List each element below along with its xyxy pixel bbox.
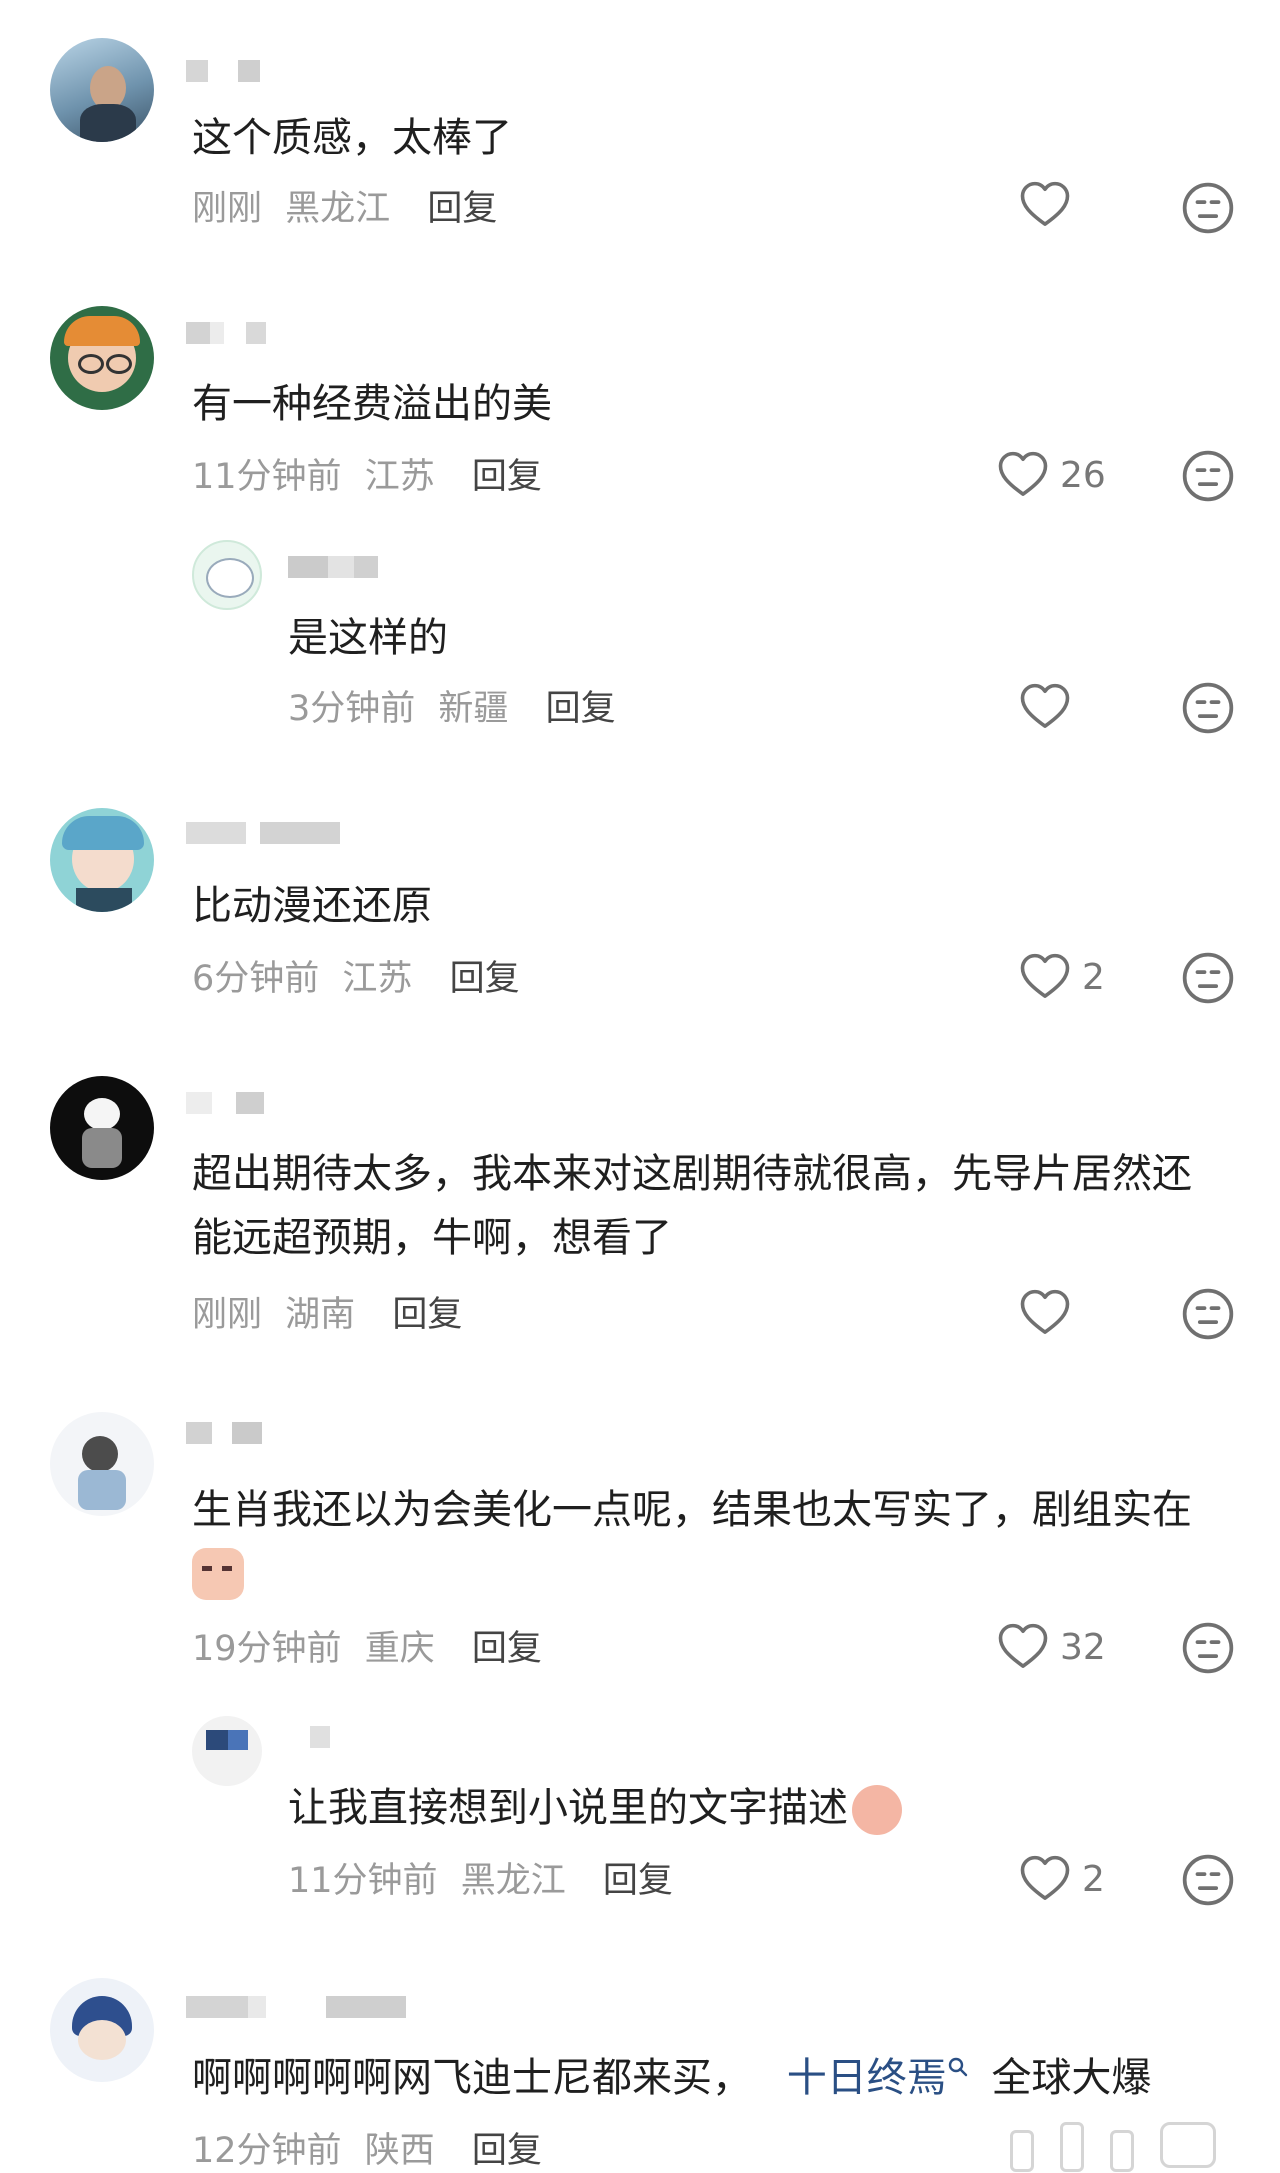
comment-time: 12分钟前	[192, 2131, 342, 2171]
comment-text: 比动漫还还原	[192, 883, 432, 929]
username-blurred[interactable]	[186, 60, 260, 82]
like-button[interactable]	[1018, 1286, 1072, 1340]
reply-button[interactable]: 回复	[472, 457, 542, 497]
comment-text-suffix: 全球大爆	[991, 2055, 1152, 2101]
heart-outline-icon	[1018, 1286, 1072, 1340]
comment-region: 重庆	[364, 1629, 435, 1669]
comment-text: 啊啊啊啊啊网飞迪士尼都来买， 十日终焉 全球大爆	[192, 2046, 1151, 2110]
like-button[interactable]	[1018, 178, 1072, 232]
like-button[interactable]	[1018, 680, 1072, 734]
comment-region: 陕西	[364, 2131, 435, 2171]
username-blurred[interactable]	[310, 1726, 330, 1748]
comment-text-line2: 能远超预期，牛啊，想看了	[192, 1215, 672, 1261]
heart-outline-icon	[1018, 950, 1072, 1004]
comment-text: 这个质感，太棒了	[192, 115, 512, 161]
avatar[interactable]	[50, 1978, 154, 2082]
sticker-emoji	[852, 1785, 902, 1835]
sticker-emoji	[192, 1548, 244, 1600]
comment-time: 19分钟前	[192, 1629, 342, 1669]
comment-text: 有一种经费溢出的美	[192, 381, 552, 427]
avatar[interactable]	[50, 808, 154, 912]
comment-text-content: 让我直接想到小说里的文字描述	[288, 1785, 848, 1831]
comment-meta: 11分钟前 江苏 回复	[192, 448, 542, 499]
search-link[interactable]: 十日终焉	[787, 2055, 947, 2101]
watermark-graphic	[1000, 2110, 1260, 2172]
comment-text: 让我直接想到小说里的文字描述	[288, 1776, 902, 1840]
neutral-face-icon[interactable]	[1180, 1852, 1236, 1908]
comment-time: 3分钟前	[288, 689, 416, 729]
heart-outline-icon	[996, 448, 1050, 502]
reply-button[interactable]: 回复	[472, 2131, 542, 2171]
username-blurred[interactable]	[186, 822, 340, 844]
avatar[interactable]	[50, 306, 154, 410]
username-blurred[interactable]	[186, 1996, 406, 2018]
reply-button[interactable]: 回复	[472, 1629, 542, 1669]
comment-meta: 刚刚 黑龙江 回复	[192, 180, 497, 231]
avatar[interactable]	[50, 38, 154, 142]
reply-button[interactable]: 回复	[392, 1295, 462, 1335]
comment-meta: 11分钟前 黑龙江 回复	[288, 1852, 673, 1903]
comment-time: 刚刚	[192, 1295, 263, 1335]
avatar[interactable]	[50, 1412, 154, 1516]
comment-region: 黑龙江	[285, 189, 391, 229]
comment-region: 湖南	[285, 1295, 356, 1335]
comment-region: 江苏	[342, 959, 413, 999]
username-blurred[interactable]	[186, 1422, 262, 1444]
like-button[interactable]: 2	[1018, 1852, 1105, 1906]
like-count: 2	[1082, 956, 1105, 998]
comment-item: 这个质感，太棒了 刚刚 黑龙江 回复	[0, 0, 1280, 260]
comment-meta: 刚刚 湖南 回复	[192, 1286, 462, 1337]
avatar[interactable]	[50, 1076, 154, 1180]
comment-region: 新疆	[438, 689, 509, 729]
reply-button[interactable]: 回复	[450, 959, 520, 999]
heart-outline-icon	[996, 1620, 1050, 1674]
like-count: 32	[1060, 1626, 1106, 1668]
reply-button[interactable]: 回复	[546, 689, 616, 729]
neutral-face-icon[interactable]	[1180, 448, 1236, 504]
neutral-face-icon[interactable]	[1180, 680, 1236, 736]
neutral-face-icon[interactable]	[1180, 950, 1236, 1006]
comment-time: 11分钟前	[288, 1861, 438, 1901]
heart-outline-icon	[1018, 1852, 1072, 1906]
username-blurred[interactable]	[186, 1092, 264, 1114]
comment-region: 黑龙江	[460, 1861, 566, 1901]
username-blurred[interactable]	[186, 322, 266, 344]
search-icon	[948, 2057, 967, 2077]
comment-text-content: 啊啊啊啊啊网飞迪士尼都来买，	[192, 2055, 752, 2101]
comment-text: 生肖我还以为会美化一点呢，结果也太写实了，剧组实在	[192, 1487, 1192, 1533]
neutral-face-icon[interactable]	[1180, 1620, 1236, 1676]
comment-meta: 3分钟前 新疆 回复	[288, 680, 616, 731]
like-button[interactable]: 2	[1018, 950, 1105, 1004]
comment-text: 是这样的	[288, 615, 448, 661]
reply-button[interactable]: 回复	[603, 1861, 673, 1901]
comment-time: 11分钟前	[192, 457, 342, 497]
comment-time: 刚刚	[192, 189, 263, 229]
like-count: 2	[1082, 1858, 1105, 1900]
like-button[interactable]: 32	[996, 1620, 1106, 1674]
comment-time: 6分钟前	[192, 959, 320, 999]
heart-outline-icon	[1018, 680, 1072, 734]
heart-outline-icon	[1018, 178, 1072, 232]
comment-text: 超出期待太多，我本来对这剧期待就很高，先导片居然还	[192, 1151, 1192, 1197]
comment-meta: 19分钟前 重庆 回复	[192, 1620, 542, 1671]
comment-meta: 12分钟前 陕西 回复	[192, 2122, 542, 2173]
like-button[interactable]: 26	[996, 448, 1106, 502]
neutral-face-icon[interactable]	[1180, 180, 1236, 236]
reply-button[interactable]: 回复	[427, 189, 497, 229]
comment-region: 江苏	[364, 457, 435, 497]
neutral-face-icon[interactable]	[1180, 1286, 1236, 1342]
avatar[interactable]	[192, 1716, 262, 1786]
comment-meta: 6分钟前 江苏 回复	[192, 950, 520, 1001]
avatar[interactable]	[192, 540, 262, 610]
like-count: 26	[1060, 454, 1106, 496]
username-blurred[interactable]	[288, 556, 378, 578]
